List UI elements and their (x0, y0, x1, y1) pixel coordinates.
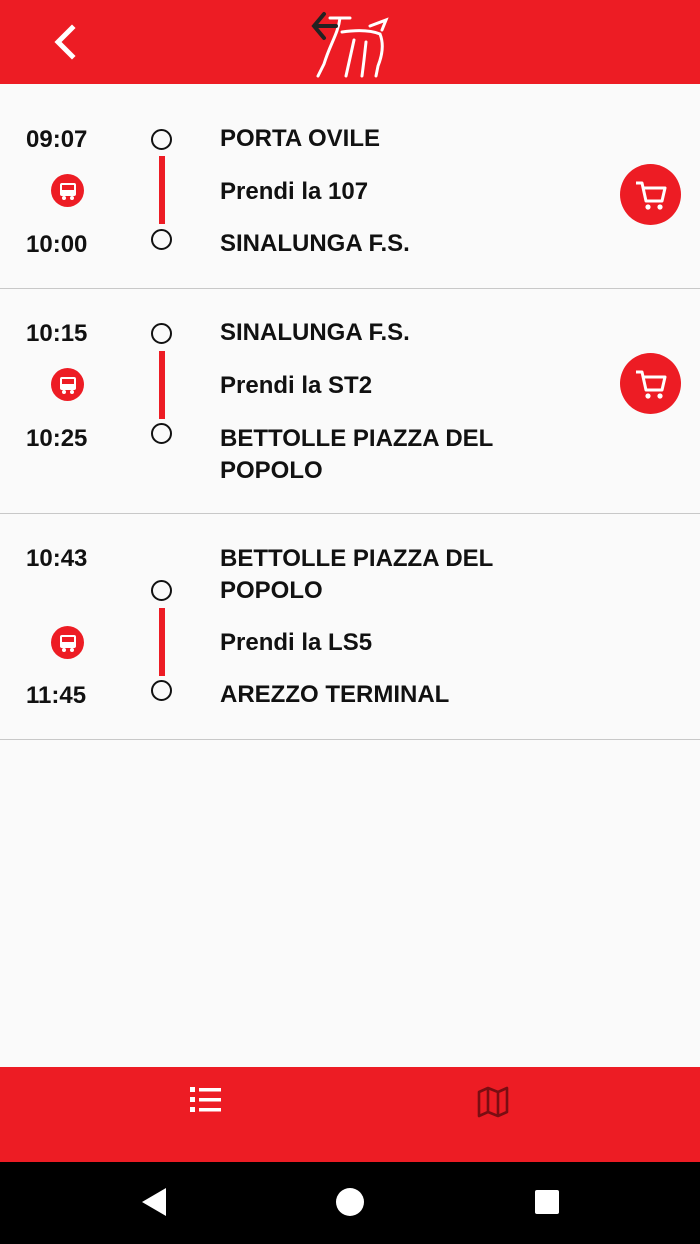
arrival-time: 11:45 (26, 682, 87, 709)
app-bar (0, 0, 700, 84)
route-line (159, 156, 165, 224)
stop-marker (151, 580, 172, 601)
departure-time: 10:15 (26, 320, 88, 347)
bus-icon (51, 626, 84, 659)
arrival-time: 10:00 (26, 231, 88, 258)
destination-stop: AREZZO TERMINAL (220, 681, 450, 708)
origin-stop: SINALUNGA F.S. (220, 319, 410, 346)
map-icon (477, 1086, 509, 1118)
origin-stop: BETTOLLE PIAZZA DEL POPOLO (220, 545, 493, 604)
stop-marker (151, 323, 172, 344)
arrival-time: 10:25 (26, 425, 88, 452)
list-item: 10:15 10:25 SINALUNGA F.S. Prendi la ST2… (0, 289, 700, 514)
list-icon (190, 1087, 221, 1112)
back-button[interactable] (44, 20, 88, 64)
stop-marker (151, 129, 172, 150)
tab-map[interactable] (476, 1085, 510, 1119)
stop-marker (151, 229, 172, 250)
stop-marker (151, 423, 172, 444)
route-line (159, 351, 165, 419)
chevron-left-icon (54, 24, 76, 60)
route-line (159, 608, 165, 676)
ride-label: Prendi la LS5 (220, 629, 373, 656)
nav-home-icon[interactable] (336, 1188, 364, 1216)
cart-icon (635, 181, 666, 210)
buy-ticket-button[interactable] (620, 353, 681, 414)
list-item: 09:07 10:00 PORTA OVILE Prendi la 107 SI… (0, 84, 700, 289)
tab-list[interactable] (188, 1083, 224, 1117)
ride-label: Prendi la ST2 (220, 372, 373, 399)
destination-stop: BETTOLLE PIAZZA DEL POPOLO (220, 425, 493, 484)
nav-back-icon[interactable] (140, 1186, 168, 1218)
departure-time: 09:07 (26, 126, 88, 153)
bus-icon (51, 174, 84, 207)
itinerary-list: 09:07 10:00 PORTA OVILE Prendi la 107 SI… (0, 84, 700, 740)
ride-label: Prendi la 107 (220, 178, 369, 205)
cart-icon (635, 370, 666, 399)
bottom-tab-bar (0, 1067, 700, 1162)
list-item: 10:43 11:45 BETTOLLE PIAZZA DEL POPOLO P… (0, 514, 700, 740)
destination-stop: SINALUNGA F.S. (220, 230, 410, 257)
origin-stop: PORTA OVILE (220, 125, 381, 152)
stop-marker (151, 680, 172, 701)
bus-icon (51, 368, 84, 401)
centaur-logo (311, 12, 389, 78)
nav-recents-icon[interactable] (535, 1190, 559, 1214)
buy-ticket-button[interactable] (620, 164, 681, 225)
departure-time: 10:43 (26, 545, 88, 572)
